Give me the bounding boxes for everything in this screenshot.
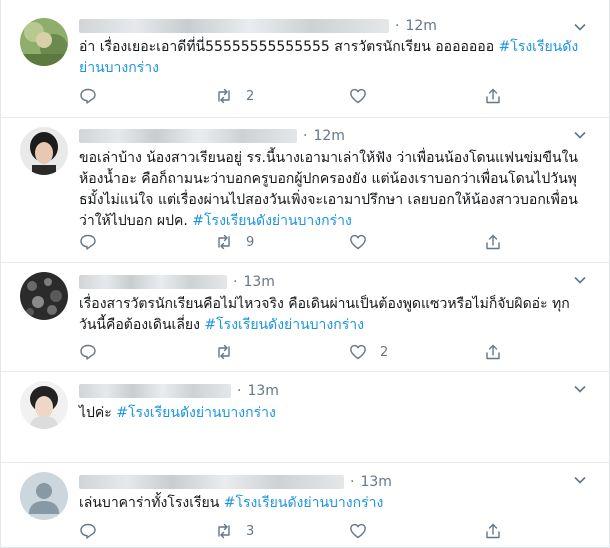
separator-dot: · [395,18,400,34]
tweet-actions: 3 [79,521,509,541]
retweet-count: 3 [246,523,255,539]
chevron-down-icon[interactable] [573,473,587,487]
retweet-icon [218,234,230,250]
share-button[interactable] [484,522,502,540]
blurred-username[interactable] [79,475,344,489]
like-button[interactable] [349,233,367,251]
tweet-text: เล่นบาคาร่าทั้งโรงเรียน #โรงเรียนดังย่าน… [79,495,384,511]
separator-dot: · [233,274,238,290]
avatar-default[interactable] [20,472,68,520]
hashtag-link-continued[interactable]: ย่านบางกร่าง [79,60,159,76]
like-button[interactable] [349,522,367,540]
tweet-header: · 12m [79,17,437,35]
retweet-button[interactable]: 9 [215,233,254,251]
tweet-text: อ่า เรื่องเยอะเอาดีที่นี่55555555555555 … [79,39,579,76]
separator-dot: · [350,474,355,490]
reply-button[interactable] [79,522,97,540]
tweet-text: ขอเล่าบ้าง น้องสาวเรียนอยู่ รร.นี้นางเอา… [79,150,578,229]
blurred-username[interactable] [79,275,227,289]
hashtag-link[interactable]: #โรงเรียนดัง [499,39,579,55]
tweet-header: · 13m [79,273,275,291]
reply-button[interactable] [79,233,97,251]
timeline: · 12m อ่า เรื่องเยอะเอาดีที่นี่555555555… [0,0,610,548]
like-icon [350,523,366,539]
timestamp[interactable]: 13m [247,383,278,399]
share-icon [486,234,500,250]
retweet-icon [218,344,230,360]
timestamp[interactable]: 12m [313,128,344,144]
reply-button[interactable] [79,343,97,361]
tweet-header: · 12m [79,127,345,145]
share-button[interactable] [484,343,502,361]
like-count: 2 [380,344,389,360]
tweet-5[interactable]: · 13m เล่นบาคาร่าทั้งโรงเรียน #โรงเรียนด… [1,463,609,547]
share-icon [486,344,500,360]
avatar[interactable] [20,127,68,175]
blurred-username[interactable] [79,384,231,398]
reply-icon [80,344,96,360]
avatar[interactable] [20,18,68,66]
tweet-header: · 13m [79,382,279,400]
tweet-2[interactable]: · 12m ขอเล่าบ้าง น้องสาวเรียนอยู่ รร.นี้… [1,118,609,263]
separator-dot: · [303,128,308,144]
hashtag-link[interactable]: #โรงเรียนดังย่านบางกร่าง [224,495,384,511]
retweet-icon [218,88,230,104]
retweet-count: 2 [246,88,255,104]
reply-button[interactable] [79,87,97,105]
like-button[interactable] [349,87,367,105]
tweet-3[interactable]: · 13m เรื่องสารวัตรนักเรียนคือไม่ไหวจริง… [1,263,609,372]
share-button[interactable] [484,233,502,251]
tweet-actions: 2 [79,342,509,362]
like-icon [350,234,366,250]
reply-icon [80,234,96,250]
hashtag-link[interactable]: #โรงเรียนดังย่านบางกร่าง [116,405,276,421]
like-icon [350,88,366,104]
tweet-actions: 2 [79,86,509,106]
timestamp[interactable]: 13m [243,274,274,290]
chevron-down-icon[interactable] [573,128,587,142]
retweet-button[interactable] [215,343,233,361]
retweet-count: 9 [246,234,255,250]
tweet-4[interactable]: · 13m ไปค่ะ #โรงเรียนดังย่านบางกร่าง [1,372,609,463]
chevron-down-icon[interactable] [573,382,587,396]
tweet-text: ไปค่ะ #โรงเรียนดังย่านบางกร่าง [79,405,276,421]
tweet-1[interactable]: · 12m อ่า เรื่องเยอะเอาดีที่นี่555555555… [1,0,609,118]
avatar[interactable] [20,272,68,320]
share-icon [486,523,500,539]
like-button[interactable]: 2 [349,343,388,361]
reply-icon [80,523,96,539]
tweet-actions: 9 [79,232,509,252]
retweet-icon [218,523,230,539]
retweet-button[interactable]: 3 [215,522,254,540]
hashtag-link[interactable]: #โรงเรียนดังย่านบางกร่าง [192,213,352,229]
blurred-username[interactable] [79,19,389,33]
reply-icon [80,88,96,104]
timestamp[interactable]: 13m [360,474,391,490]
tweet-header: · 13m [79,473,392,491]
share-icon [486,88,500,104]
retweet-button[interactable]: 2 [215,87,254,105]
share-button[interactable] [484,87,502,105]
like-icon [350,344,366,360]
chevron-down-icon[interactable] [573,273,587,287]
chevron-down-icon[interactable] [573,20,587,34]
tweet-text: เรื่องสารวัตรนักเรียนคือไม่ไหวจริง คือเด… [79,296,570,333]
separator-dot: · [237,383,242,399]
timestamp[interactable]: 12m [405,18,436,34]
hashtag-link[interactable]: #โรงเรียนดังย่านบางกร่าง [204,317,364,333]
avatar[interactable] [20,381,68,429]
blurred-username[interactable] [79,129,297,143]
